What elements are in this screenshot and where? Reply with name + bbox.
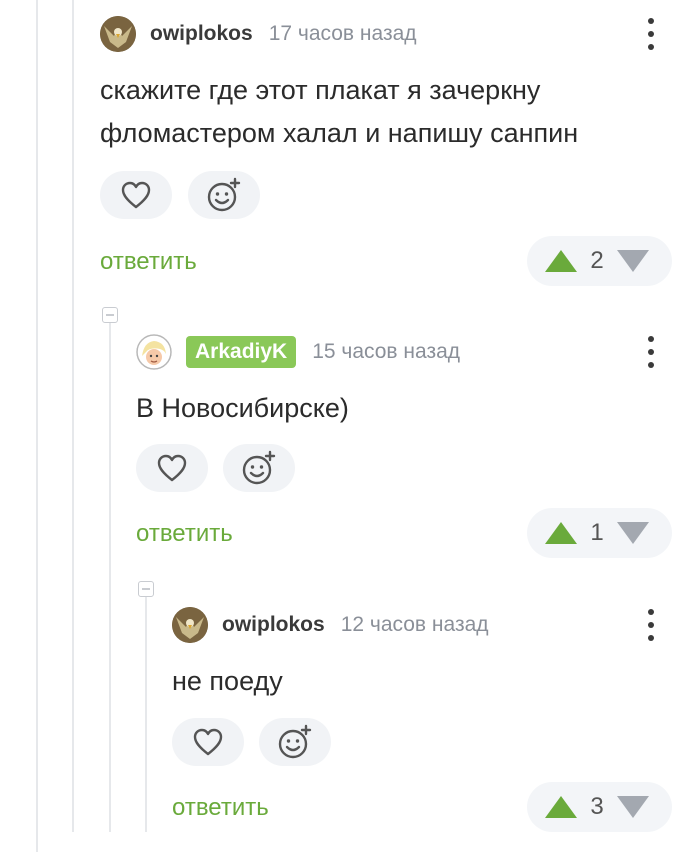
rating-widget: 1 bbox=[527, 508, 672, 558]
thread-line bbox=[145, 596, 147, 832]
thread-line bbox=[36, 0, 38, 852]
comment-header: owiplokos 12 часов назад bbox=[172, 607, 489, 643]
collapse-thread-button[interactable] bbox=[102, 307, 118, 323]
comment: owiplokos 12 часов назад не поеду ответи… bbox=[172, 607, 672, 833]
thread-line bbox=[109, 322, 111, 832]
rating-widget: 3 bbox=[527, 782, 672, 832]
eagle-avatar[interactable] bbox=[100, 16, 136, 52]
add-reaction-button[interactable] bbox=[223, 444, 295, 492]
reply-link[interactable]: ответить bbox=[136, 520, 233, 548]
thread-line bbox=[72, 0, 74, 832]
rating-widget: 2 bbox=[527, 236, 672, 286]
upvote-arrow-icon[interactable] bbox=[545, 796, 577, 818]
eagle-avatar[interactable] bbox=[172, 607, 208, 643]
comment-timestamp[interactable]: 15 часов назад bbox=[312, 340, 460, 364]
upvote-arrow-icon[interactable] bbox=[545, 522, 577, 544]
reply-link[interactable]: ответить bbox=[172, 794, 269, 822]
add-emoji-icon bbox=[278, 724, 312, 759]
comment-text-line: скажите где этот плакат я зачеркну bbox=[100, 75, 541, 105]
add-reaction-button[interactable] bbox=[188, 171, 260, 219]
author-name[interactable]: owiplokos bbox=[222, 613, 325, 637]
comment-header: owiplokos 17 часов назад bbox=[100, 16, 417, 52]
more-options-icon[interactable] bbox=[647, 334, 655, 370]
reply-link[interactable]: ответить bbox=[100, 248, 197, 276]
downvote-arrow-icon[interactable] bbox=[617, 522, 649, 544]
comment-text: скажите где этот плакат я зачеркну флома… bbox=[100, 69, 578, 155]
comment-text: В Новосибирске) bbox=[136, 387, 349, 430]
more-options-icon[interactable] bbox=[647, 607, 655, 643]
like-button[interactable] bbox=[136, 444, 208, 492]
comment-text: не поеду bbox=[172, 660, 283, 703]
add-emoji-icon bbox=[242, 450, 276, 485]
rating-count: 3 bbox=[590, 793, 604, 820]
add-reaction-button[interactable] bbox=[259, 718, 331, 766]
comment: owiplokos 17 часов назад скажите где это… bbox=[100, 16, 672, 290]
downvote-arrow-icon[interactable] bbox=[617, 250, 649, 272]
cartoon-avatar[interactable] bbox=[136, 334, 172, 370]
author-name[interactable]: owiplokos bbox=[150, 22, 253, 46]
heart-icon bbox=[121, 181, 151, 209]
downvote-arrow-icon[interactable] bbox=[617, 796, 649, 818]
rating-count: 1 bbox=[590, 519, 604, 546]
comment-header: ArkadiyK 15 часов назад bbox=[136, 334, 460, 370]
comment-timestamp[interactable]: 12 часов назад bbox=[341, 613, 489, 637]
heart-icon bbox=[193, 728, 223, 756]
add-emoji-icon bbox=[207, 177, 241, 212]
comment-timestamp[interactable]: 17 часов назад bbox=[269, 22, 417, 46]
comment-text-line: не поеду bbox=[172, 666, 283, 696]
rating-count: 2 bbox=[590, 247, 604, 274]
comment-text-line: фломастером халал и напишу санпин bbox=[100, 118, 579, 148]
author-name[interactable]: ArkadiyK bbox=[186, 336, 297, 368]
collapse-thread-button[interactable] bbox=[138, 581, 154, 597]
comment: ArkadiyK 15 часов назад В Новосибирске) … bbox=[136, 334, 672, 560]
like-button[interactable] bbox=[172, 718, 244, 766]
like-button[interactable] bbox=[100, 171, 172, 219]
more-options-icon[interactable] bbox=[647, 16, 655, 52]
comment-text-line: В Новосибирске) bbox=[136, 393, 349, 423]
heart-icon bbox=[157, 454, 187, 482]
upvote-arrow-icon[interactable] bbox=[545, 250, 577, 272]
